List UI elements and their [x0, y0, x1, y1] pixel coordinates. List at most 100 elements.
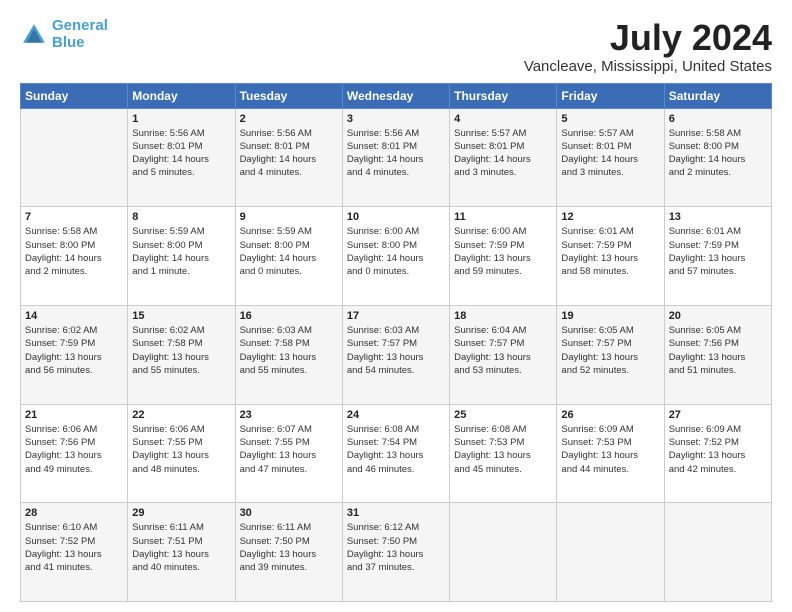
day-info: Sunrise: 6:02 AM Sunset: 7:58 PM Dayligh…: [132, 324, 230, 377]
day-number: 23: [240, 409, 338, 421]
calendar-cell: 26 Sunrise: 6:09 AM Sunset: 7:53 PM Dayli…: [557, 404, 664, 503]
calendar-cell: 12Sunrise: 6:01 AM Sunset: 7:59 PM Dayli…: [557, 207, 664, 306]
day-number: 10: [347, 211, 445, 223]
day-of-week-header: Tuesday: [235, 83, 342, 108]
day-number: 4: [454, 113, 552, 125]
day-info: Sunrise: 6:05 AM Sunset: 7:56 PM Dayligh…: [669, 324, 767, 377]
day-info: Sunrise: 6:12 AM Sunset: 7:50 PM Dayligh…: [347, 521, 445, 574]
day-info: Sunrise: 6:08 AM Sunset: 7:53 PM Dayligh…: [454, 423, 552, 476]
calendar-week-row: 14Sunrise: 6:02 AM Sunset: 7:59 PM Dayli…: [21, 305, 772, 404]
page: General Blue July 2024 Vancleave, Missis…: [0, 0, 792, 612]
calendar-week-row: 7Sunrise: 5:58 AM Sunset: 8:00 PM Daylig…: [21, 207, 772, 306]
calendar-cell: 15Sunrise: 6:02 AM Sunset: 7:58 PM Dayli…: [128, 305, 235, 404]
logo: General Blue: [20, 18, 108, 51]
day-info: Sunrise: 6:06 AM Sunset: 7:56 PM Dayligh…: [25, 423, 123, 476]
logo-text: General Blue: [52, 18, 108, 51]
day-number: 17: [347, 310, 445, 322]
day-number: 25: [454, 409, 552, 421]
day-of-week-header: Friday: [557, 83, 664, 108]
calendar-cell: 13 Sunrise: 6:01 AM Sunset: 7:59 PM Dayli…: [664, 207, 771, 306]
calendar-cell: 25 Sunrise: 6:08 AM Sunset: 7:53 PM Dayli…: [450, 404, 557, 503]
day-number: 7: [25, 211, 123, 223]
day-number: 13: [669, 211, 767, 223]
day-info: Sunrise: 6:11 AM Sunset: 7:50 PM Dayligh…: [240, 521, 338, 574]
day-of-week-header: Monday: [128, 83, 235, 108]
day-info: Sunrise: 6:10 AM Sunset: 7:52 PM Dayligh…: [25, 521, 123, 574]
day-number: 11: [454, 211, 552, 223]
day-number: 2: [240, 113, 338, 125]
day-info: Sunrise: 5:59 AM Sunset: 8:00 PM Dayligh…: [132, 225, 230, 278]
day-info: Sunrise: 5:59 AM Sunset: 8:00 PM Dayligh…: [240, 225, 338, 278]
calendar-cell: 19 Sunrise: 6:05 AM Sunset: 7:57 PM Dayli…: [557, 305, 664, 404]
day-info: Sunrise: 6:07 AM Sunset: 7:55 PM Dayligh…: [240, 423, 338, 476]
calendar-cell: 10 Sunrise: 6:00 AM Sunset: 8:00 PM Dayli…: [342, 207, 449, 306]
day-info: Sunrise: 6:03 AM Sunset: 7:58 PM Dayligh…: [240, 324, 338, 377]
day-info: Sunrise: 6:00 AM Sunset: 8:00 PM Dayligh…: [347, 225, 445, 278]
day-info: Sunrise: 5:56 AM Sunset: 8:01 PM Dayligh…: [347, 127, 445, 180]
calendar-cell: [557, 503, 664, 602]
day-info: Sunrise: 6:08 AM Sunset: 7:54 PM Dayligh…: [347, 423, 445, 476]
subtitle: Vancleave, Mississippi, United States: [524, 58, 772, 75]
day-header-row: SundayMondayTuesdayWednesdayThursdayFrid…: [21, 83, 772, 108]
day-number: 29: [132, 507, 230, 519]
day-info: Sunrise: 5:57 AM Sunset: 8:01 PM Dayligh…: [454, 127, 552, 180]
calendar-cell: 18Sunrise: 6:04 AM Sunset: 7:57 PM Dayli…: [450, 305, 557, 404]
day-info: Sunrise: 6:05 AM Sunset: 7:57 PM Dayligh…: [561, 324, 659, 377]
day-of-week-header: Sunday: [21, 83, 128, 108]
day-number: 3: [347, 113, 445, 125]
day-of-week-header: Saturday: [664, 83, 771, 108]
day-info: Sunrise: 5:56 AM Sunset: 8:01 PM Dayligh…: [132, 127, 230, 180]
calendar-table: SundayMondayTuesdayWednesdayThursdayFrid…: [20, 83, 772, 602]
day-number: 6: [669, 113, 767, 125]
day-number: 19: [561, 310, 659, 322]
calendar-cell: 27 Sunrise: 6:09 AM Sunset: 7:52 PM Dayli…: [664, 404, 771, 503]
calendar-cell: 28 Sunrise: 6:10 AM Sunset: 7:52 PM Dayli…: [21, 503, 128, 602]
day-number: 21: [25, 409, 123, 421]
calendar-cell: 30 Sunrise: 6:11 AM Sunset: 7:50 PM Dayli…: [235, 503, 342, 602]
day-number: 20: [669, 310, 767, 322]
day-of-week-header: Thursday: [450, 83, 557, 108]
day-info: Sunrise: 5:58 AM Sunset: 8:00 PM Dayligh…: [669, 127, 767, 180]
day-info: Sunrise: 6:01 AM Sunset: 7:59 PM Dayligh…: [561, 225, 659, 278]
day-info: Sunrise: 6:00 AM Sunset: 7:59 PM Dayligh…: [454, 225, 552, 278]
day-info: Sunrise: 6:09 AM Sunset: 7:53 PM Dayligh…: [561, 423, 659, 476]
header: General Blue July 2024 Vancleave, Missis…: [20, 18, 772, 75]
calendar-cell: 16 Sunrise: 6:03 AM Sunset: 7:58 PM Dayli…: [235, 305, 342, 404]
day-info: Sunrise: 6:06 AM Sunset: 7:55 PM Dayligh…: [132, 423, 230, 476]
main-title: July 2024: [524, 18, 772, 58]
calendar-cell: 1 Sunrise: 5:56 AM Sunset: 8:01 PM Daylig…: [128, 108, 235, 207]
calendar-cell: 9 Sunrise: 5:59 AM Sunset: 8:00 PM Daylig…: [235, 207, 342, 306]
day-number: 1: [132, 113, 230, 125]
calendar-cell: 29 Sunrise: 6:11 AM Sunset: 7:51 PM Dayli…: [128, 503, 235, 602]
calendar-cell: 31 Sunrise: 6:12 AM Sunset: 7:50 PM Dayli…: [342, 503, 449, 602]
calendar-cell: [21, 108, 128, 207]
day-number: 26: [561, 409, 659, 421]
title-block: July 2024 Vancleave, Mississippi, United…: [524, 18, 772, 75]
calendar-cell: [450, 503, 557, 602]
calendar-cell: 2 Sunrise: 5:56 AM Sunset: 8:01 PM Daylig…: [235, 108, 342, 207]
calendar-cell: 7Sunrise: 5:58 AM Sunset: 8:00 PM Daylig…: [21, 207, 128, 306]
day-info: Sunrise: 5:56 AM Sunset: 8:01 PM Dayligh…: [240, 127, 338, 180]
day-info: Sunrise: 6:09 AM Sunset: 7:52 PM Dayligh…: [669, 423, 767, 476]
day-number: 28: [25, 507, 123, 519]
day-info: Sunrise: 6:11 AM Sunset: 7:51 PM Dayligh…: [132, 521, 230, 574]
day-number: 18: [454, 310, 552, 322]
calendar-cell: 5 Sunrise: 5:57 AM Sunset: 8:01 PM Daylig…: [557, 108, 664, 207]
day-number: 30: [240, 507, 338, 519]
calendar-cell: 3 Sunrise: 5:56 AM Sunset: 8:01 PM Daylig…: [342, 108, 449, 207]
day-number: 31: [347, 507, 445, 519]
day-info: Sunrise: 6:01 AM Sunset: 7:59 PM Dayligh…: [669, 225, 767, 278]
logo-line1: General: [52, 17, 108, 34]
calendar-cell: 24Sunrise: 6:08 AM Sunset: 7:54 PM Dayli…: [342, 404, 449, 503]
day-number: 16: [240, 310, 338, 322]
day-number: 5: [561, 113, 659, 125]
day-number: 27: [669, 409, 767, 421]
calendar-week-row: 1 Sunrise: 5:56 AM Sunset: 8:01 PM Daylig…: [21, 108, 772, 207]
logo-line2: Blue: [52, 34, 85, 51]
day-info: Sunrise: 5:57 AM Sunset: 8:01 PM Dayligh…: [561, 127, 659, 180]
day-number: 14: [25, 310, 123, 322]
day-number: 9: [240, 211, 338, 223]
calendar-cell: 14Sunrise: 6:02 AM Sunset: 7:59 PM Dayli…: [21, 305, 128, 404]
calendar-week-row: 21 Sunrise: 6:06 AM Sunset: 7:56 PM Dayli…: [21, 404, 772, 503]
calendar-cell: 17Sunrise: 6:03 AM Sunset: 7:57 PM Dayli…: [342, 305, 449, 404]
